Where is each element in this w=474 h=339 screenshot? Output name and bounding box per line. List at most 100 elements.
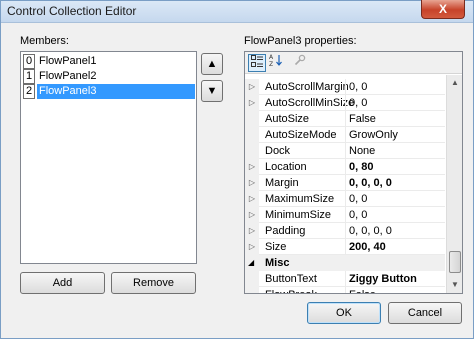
property-name: MinimumSize xyxy=(265,209,332,221)
property-row[interactable]: ButtonText Ziggy Button xyxy=(245,271,445,287)
column-divider xyxy=(345,127,346,143)
member-item[interactable]: 0 FlowPanel1 xyxy=(22,54,195,69)
alphabetical-button[interactable]: A Z xyxy=(267,54,285,72)
add-button-label: Add xyxy=(52,277,73,289)
property-category-name: Misc xyxy=(265,257,290,269)
column-divider xyxy=(345,191,346,207)
vertical-scrollbar[interactable]: ▲ ▼ xyxy=(446,75,462,293)
remove-button-label: Remove xyxy=(133,277,174,289)
property-value[interactable]: 0, 0, 0, 0 xyxy=(349,175,392,191)
property-value[interactable]: 0, 0 xyxy=(349,79,367,95)
property-pages-icon xyxy=(294,54,306,66)
expand-icon[interactable]: ▷ xyxy=(245,95,259,111)
property-row[interactable]: ▷ Size 200, 40 xyxy=(245,239,445,255)
members-list[interactable]: 0 FlowPanel1 1 FlowPanel2 2 FlowPanel3 xyxy=(20,51,197,264)
member-index: 0 xyxy=(23,54,35,69)
expand-icon[interactable]: ▷ xyxy=(245,159,259,175)
property-name: ButtonText xyxy=(265,273,317,285)
svg-text:A: A xyxy=(269,54,274,61)
member-index: 2 xyxy=(23,84,35,99)
categorized-icon xyxy=(251,55,263,67)
property-value[interactable]: Ziggy Button xyxy=(349,271,417,287)
expand-icon[interactable]: ▷ xyxy=(245,223,259,239)
column-divider xyxy=(345,95,346,111)
property-name: Size xyxy=(265,241,287,253)
collapse-icon[interactable]: ◢ xyxy=(248,255,254,271)
property-pages-button[interactable] xyxy=(291,54,309,72)
property-grid[interactable]: A Z ▷ AutoScrollMargin 0, 0 ▷ AutoScrollMinS… xyxy=(244,51,463,294)
property-row[interactable]: ▷ AutoScrollMargin 0, 0 xyxy=(245,79,445,95)
column-divider xyxy=(345,175,346,191)
member-name: FlowPanel3 xyxy=(37,84,195,99)
property-value[interactable]: False xyxy=(349,111,376,127)
expand-icon[interactable]: ▷ xyxy=(245,191,259,207)
expand-icon[interactable]: ▷ xyxy=(245,79,259,95)
scroll-up-icon[interactable]: ▲ xyxy=(447,75,462,91)
member-name: FlowPanel2 xyxy=(39,70,97,82)
property-row[interactable]: ▷ Margin 0, 0, 0, 0 xyxy=(245,175,445,191)
property-value[interactable]: 0, 0 xyxy=(349,207,367,223)
property-category-row[interactable]: ◢ Misc xyxy=(245,255,445,271)
arrow-down-icon: ▼ xyxy=(206,85,218,97)
column-divider xyxy=(345,159,346,175)
member-item-selected[interactable]: 2 FlowPanel3 xyxy=(22,84,195,99)
property-row[interactable]: Dock None xyxy=(245,143,445,159)
member-item[interactable]: 1 FlowPanel2 xyxy=(22,69,195,84)
expand-icon[interactable]: ▷ xyxy=(245,239,259,255)
property-name: Margin xyxy=(265,177,299,189)
property-margin xyxy=(245,111,259,127)
property-grid-toolbar: A Z xyxy=(245,52,462,74)
alphabetical-icon: A Z xyxy=(269,54,282,68)
property-value[interactable]: 0, 80 xyxy=(349,159,373,175)
property-name: AutoScrollMargin xyxy=(265,81,349,93)
property-row[interactable]: AutoSize False xyxy=(245,111,445,127)
move-down-button[interactable]: ▼ xyxy=(201,80,223,102)
svg-text:Z: Z xyxy=(269,61,273,66)
property-value[interactable]: GrowOnly xyxy=(349,127,398,143)
column-divider xyxy=(345,79,346,95)
property-name: AutoSize xyxy=(265,113,310,125)
property-name: AutoScrollMinSize xyxy=(265,97,355,109)
property-name: Padding xyxy=(265,225,306,237)
property-value[interactable]: 0, 0 xyxy=(349,95,367,111)
cancel-button-label: Cancel xyxy=(407,307,443,319)
ok-button[interactable]: OK xyxy=(307,302,381,324)
categorized-button[interactable] xyxy=(248,54,266,72)
property-row[interactable]: ▷ Padding 0, 0, 0, 0 xyxy=(245,223,445,239)
column-divider xyxy=(345,111,346,127)
property-value[interactable]: False xyxy=(349,287,376,293)
scroll-thumb[interactable] xyxy=(449,251,461,273)
property-name: Dock xyxy=(265,145,291,157)
property-row[interactable]: ▷ AutoScrollMinSize 0, 0 xyxy=(245,95,445,111)
arrow-up-icon: ▲ xyxy=(206,58,218,70)
property-value[interactable]: None xyxy=(349,143,375,159)
expand-icon[interactable]: ▷ xyxy=(245,207,259,223)
property-name: MaximumSize xyxy=(265,193,335,205)
property-value[interactable]: 0, 0 xyxy=(349,191,367,207)
column-divider xyxy=(345,287,346,293)
close-button[interactable]: X xyxy=(421,0,465,19)
window-title: Control Collection Editor xyxy=(7,4,137,18)
property-row[interactable]: AutoSizeMode GrowOnly xyxy=(245,127,445,143)
column-divider xyxy=(345,207,346,223)
property-row[interactable]: ▷ MaximumSize 0, 0 xyxy=(245,191,445,207)
add-button[interactable]: Add xyxy=(20,272,105,294)
expand-icon[interactable]: ▷ xyxy=(245,175,259,191)
property-name: FlowBreak xyxy=(265,287,317,293)
properties-label: FlowPanel3 properties: xyxy=(244,35,357,47)
property-row[interactable]: ▷ MinimumSize 0, 0 xyxy=(245,207,445,223)
property-margin xyxy=(245,271,259,287)
scroll-down-icon[interactable]: ▼ xyxy=(447,277,462,293)
move-up-button[interactable]: ▲ xyxy=(201,53,223,75)
property-margin xyxy=(245,127,259,143)
property-value[interactable]: 0, 0, 0, 0 xyxy=(349,223,392,239)
column-divider xyxy=(345,239,346,255)
member-name: FlowPanel1 xyxy=(39,55,97,67)
property-name: AutoSizeMode xyxy=(265,129,337,141)
property-margin xyxy=(245,287,259,293)
cancel-button[interactable]: Cancel xyxy=(388,302,462,324)
property-row[interactable]: ▷ Location 0, 80 xyxy=(245,159,445,175)
property-value[interactable]: 200, 40 xyxy=(349,239,386,255)
remove-button[interactable]: Remove xyxy=(111,272,196,294)
property-row[interactable]: FlowBreak False xyxy=(245,287,445,293)
